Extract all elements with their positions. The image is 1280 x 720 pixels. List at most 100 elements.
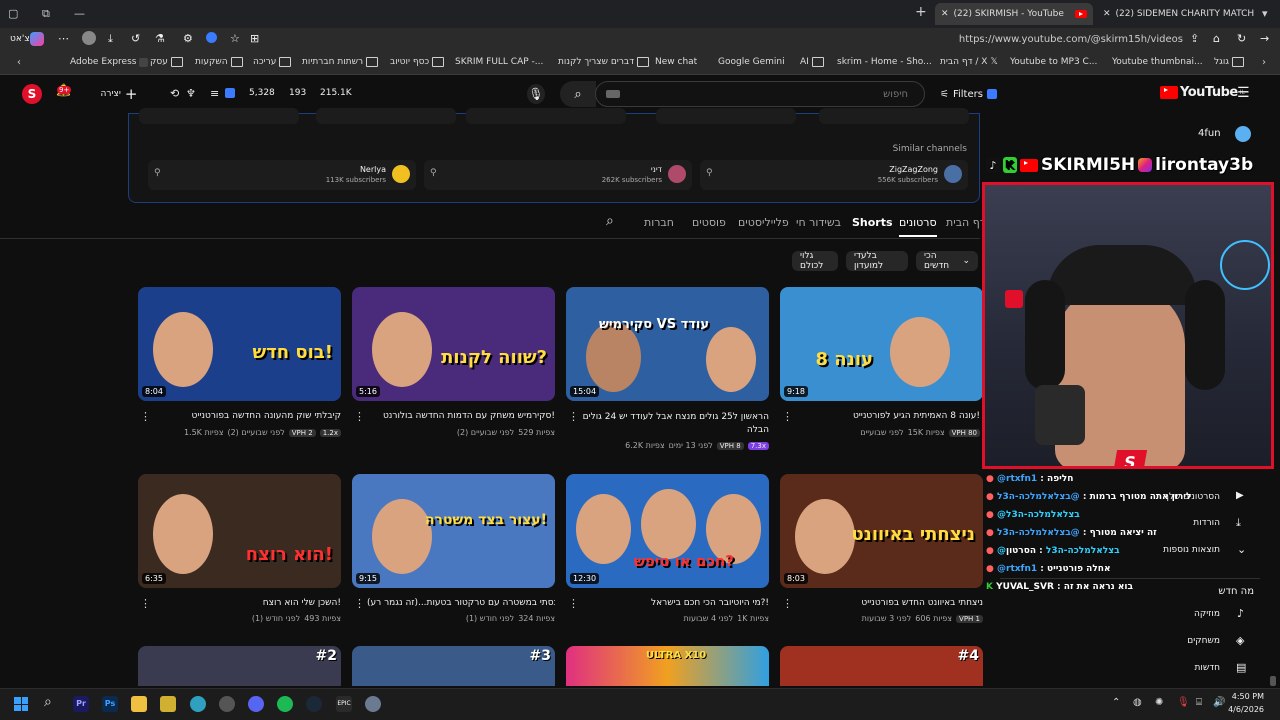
more-icon[interactable]: ⋮ — [568, 410, 579, 423]
filters-button[interactable]: ⚟ Filters — [940, 84, 1000, 104]
avatar[interactable] — [82, 31, 96, 45]
more-icon[interactable]: ⋮ — [568, 597, 579, 610]
channel-search-icon[interactable]: ⌕ — [606, 213, 614, 229]
more-icon[interactable]: ⋯ — [58, 32, 69, 45]
more-icon[interactable]: ⋮ — [140, 410, 151, 423]
window-menu-icon[interactable]: ▢ — [8, 7, 18, 20]
tray-icon[interactable]: ◍ — [1133, 697, 1142, 708]
video-thumbnail[interactable]: חכם או טיפש? 12:30 — [566, 474, 769, 588]
file-explorer-icon[interactable] — [131, 696, 147, 712]
start-icon[interactable] — [14, 697, 28, 711]
star-icon[interactable]: ☆ — [230, 32, 240, 45]
spotify-icon[interactable] — [277, 696, 293, 712]
more-icon[interactable]: ⋮ — [140, 597, 151, 610]
tab-home[interactable]: דף הבית — [946, 216, 986, 229]
youtube-logo[interactable]: YouTube IL — [1160, 85, 1245, 100]
similar-channel-card[interactable]: דיני 262K subscribers ⚲ — [424, 160, 692, 190]
bookmark-item[interactable]: דף הבית / X𝕏 — [940, 57, 998, 67]
bookmark-item[interactable]: skrim - Home - Sho... — [837, 57, 932, 67]
epic-games-icon[interactable]: EPIC — [336, 696, 352, 712]
video-title[interactable]: קיבלתי שוק מהעונה החדשה בפורטנייט — [153, 411, 341, 421]
more-icon[interactable]: ⋮ — [782, 410, 793, 423]
home-icon[interactable]: ⌂ — [1213, 32, 1220, 45]
bookmark-item[interactable]: גוגל — [1214, 57, 1244, 67]
achievements-icon[interactable]: ♆ — [186, 87, 196, 100]
video-title[interactable]: נכנסתי במשטרה עם טרקטור בטעות...(זה נגמר… — [367, 598, 555, 608]
subscribe-icon[interactable]: ⚲ — [154, 168, 161, 178]
bookmark-item[interactable]: כסף יוטיוב — [390, 57, 445, 67]
video-thumbnail[interactable]: #2 — [138, 646, 341, 686]
video-thumbnail[interactable]: ULTRA X10 — [566, 646, 769, 686]
sidebar-item-music[interactable]: מוזיקה — [1150, 609, 1220, 619]
video-title[interactable]: מי היוטיובר הכי חכם בישראל?! — [581, 598, 769, 608]
sort-newest-chip[interactable]: הכי חדשים ⌄ — [916, 251, 978, 271]
video-thumbnail[interactable]: #3 — [352, 646, 555, 686]
bookmark-item[interactable]: השקעות — [195, 57, 243, 67]
extension-icon[interactable]: ⚗ — [155, 32, 165, 45]
app-icon[interactable] — [160, 696, 176, 712]
video-thumbnail[interactable]: הוא רוצח! 6:35 — [138, 474, 341, 588]
public-chip[interactable]: גלוי לכולם — [792, 251, 838, 271]
video-thumbnail[interactable]: בוס חדש! 8:04 — [138, 287, 341, 401]
bookmark-item[interactable]: AI — [800, 57, 824, 67]
forward-icon[interactable]: → — [1260, 32, 1269, 45]
search-input[interactable] — [595, 81, 925, 107]
tab-memberships[interactable]: חברות — [644, 216, 674, 229]
close-icon[interactable]: ✕ — [941, 9, 949, 19]
video-title[interactable]: עונה 8 האמיתית הגיע לפורטנייט! — [795, 411, 980, 421]
bookmark-item[interactable]: Youtube to MP3 C... — [1010, 57, 1097, 67]
copilot-icon[interactable] — [30, 32, 44, 46]
settings-icon[interactable] — [365, 696, 381, 712]
more-icon[interactable]: ⋮ — [354, 410, 365, 423]
studio-icon[interactable]: ⟲ — [170, 87, 179, 100]
bookmark-item[interactable]: רשתות חברתיות — [302, 57, 379, 67]
video-thumbnail[interactable]: סקירמיש VS עודד 15:04 — [566, 287, 769, 401]
video-thumbnail[interactable]: שווה לקנות? 5:16 — [352, 287, 555, 401]
bookmark-item[interactable]: Google Gemini — [718, 57, 785, 67]
bookmark-item[interactable]: Adobe Express — [70, 57, 149, 67]
members-only-chip[interactable]: בלעדי למועדון — [846, 251, 908, 271]
sidebar-item-downloads[interactable]: הורדות — [1150, 518, 1220, 528]
tab-sidemen[interactable]: ✕ (22) SIDEMEN CHARITY MATCH 20 — [1097, 3, 1255, 25]
video-title[interactable]: סקירמיש משחק עם הדמות החדשה בולורנט! — [367, 411, 555, 421]
clock-time[interactable]: 4:50 PM — [1230, 692, 1264, 701]
sidebar-item-more[interactable]: תוצאות נוספות — [1150, 545, 1220, 555]
sidebar-channel-4fun[interactable]: 4fun — [1198, 128, 1221, 139]
bookmark-item[interactable]: New chat — [655, 57, 697, 67]
bookmark-item[interactable]: Youtube thumbnai... — [1112, 57, 1203, 67]
mic-tray-icon[interactable]: 🎙 — [1177, 697, 1190, 708]
premiere-icon[interactable]: Pr — [73, 696, 89, 712]
tab-shorts[interactable]: Shorts — [852, 216, 893, 229]
search-icon[interactable]: ⌕ — [44, 694, 52, 710]
bookmark-item[interactable]: עריכה — [253, 57, 292, 67]
sidebar-item-news[interactable]: חדשות — [1150, 663, 1220, 673]
keyboard-icon[interactable] — [606, 90, 620, 98]
video-thumbnail[interactable]: עצור בצד משטרה! 9:15 — [352, 474, 555, 588]
video-title[interactable]: השכן שלי הוא רוצח! — [153, 598, 341, 608]
tab-live[interactable]: בשידור חי — [796, 216, 841, 229]
steam-icon[interactable] — [306, 696, 322, 712]
extension-blue-icon[interactable] — [206, 32, 217, 43]
sidebar-item-gaming[interactable]: משחקים — [1150, 636, 1220, 646]
history-icon[interactable]: ↺ — [131, 32, 140, 45]
discord-icon[interactable] — [248, 696, 264, 712]
bookmark-item[interactable]: עסק — [150, 57, 183, 67]
create-button[interactable]: יצירה + — [96, 84, 142, 104]
tab-videos[interactable]: סרטונים — [899, 216, 937, 237]
tab-skirmish[interactable]: ✕ (22) SKIRMISH - YouTube — [935, 3, 1093, 25]
bookmark-item[interactable]: דברים שצריך לקנות — [558, 57, 650, 67]
tab-playlists[interactable]: פלייליסטים — [738, 216, 789, 229]
minimize-icon[interactable]: — — [74, 7, 85, 20]
settings-icon[interactable]: ⚙ — [183, 32, 193, 45]
chatgpt-icon[interactable] — [219, 696, 235, 712]
clock-date[interactable]: 4/6/2026 — [1226, 705, 1264, 714]
new-tab-icon[interactable]: + — [915, 4, 927, 20]
network-icon[interactable]: ⌸ — [1196, 697, 1202, 708]
volume-icon[interactable]: 🔊 — [1213, 697, 1225, 708]
split-view-icon[interactable]: ⊞ — [250, 32, 259, 45]
subscribe-icon[interactable]: ⚲ — [430, 168, 437, 178]
bookmark-item[interactable]: SKRIM FULL CAP -... — [455, 57, 543, 67]
sidebar-item-your-videos[interactable]: הסרטונים שלך — [1150, 492, 1220, 502]
video-thumbnail[interactable]: #4 — [780, 646, 983, 686]
chevron-up-icon[interactable]: ⌃ — [1112, 697, 1120, 708]
